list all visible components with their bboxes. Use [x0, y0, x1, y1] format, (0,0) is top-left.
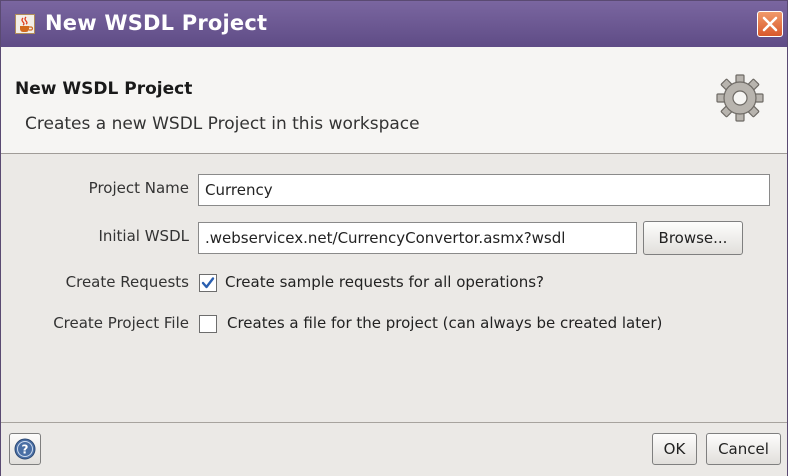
title-bar[interactable]: New WSDL Project — [1, 1, 787, 47]
close-icon — [762, 16, 778, 32]
svg-text:?: ? — [22, 443, 29, 457]
initial-wsdl-label: Initial WSDL — [98, 227, 189, 245]
java-cup-icon — [15, 14, 35, 34]
gear-icon — [715, 73, 765, 123]
initial-wsdl-input[interactable]: .webservicex.net/CurrencyConvertor.asmx?… — [198, 222, 637, 254]
create-project-file-label: Create Project File — [53, 314, 189, 332]
checkmark-icon — [201, 277, 215, 289]
create-requests-text: Create sample requests for all operation… — [225, 273, 544, 291]
window-title: New WSDL Project — [45, 11, 268, 35]
create-requests-label: Create Requests — [65, 273, 189, 291]
footer-bar: ? OK Cancel — [1, 422, 787, 476]
banner-title: New WSDL Project — [15, 79, 193, 99]
form-area: Project Name Currency Initial WSDL .webs… — [1, 154, 787, 422]
project-name-input[interactable]: Currency — [198, 174, 770, 206]
browse-button[interactable]: Browse... — [643, 221, 743, 255]
ok-button[interactable]: OK — [652, 433, 697, 465]
create-project-file-checkbox[interactable] — [199, 315, 217, 333]
create-requests-checkbox[interactable] — [199, 274, 217, 292]
help-icon: ? — [14, 438, 36, 460]
create-project-file-text: Creates a file for the project (can alwa… — [227, 314, 663, 332]
cancel-button[interactable]: Cancel — [706, 433, 781, 465]
project-name-label: Project Name — [88, 179, 189, 197]
banner-description: Creates a new WSDL Project in this works… — [25, 114, 420, 134]
new-wsdl-project-dialog: New WSDL Project New WSDL Project Create… — [0, 0, 788, 476]
help-button[interactable]: ? — [9, 433, 41, 465]
close-button[interactable] — [757, 11, 783, 37]
header-banner: New WSDL Project Creates a new WSDL Proj… — [1, 47, 787, 154]
